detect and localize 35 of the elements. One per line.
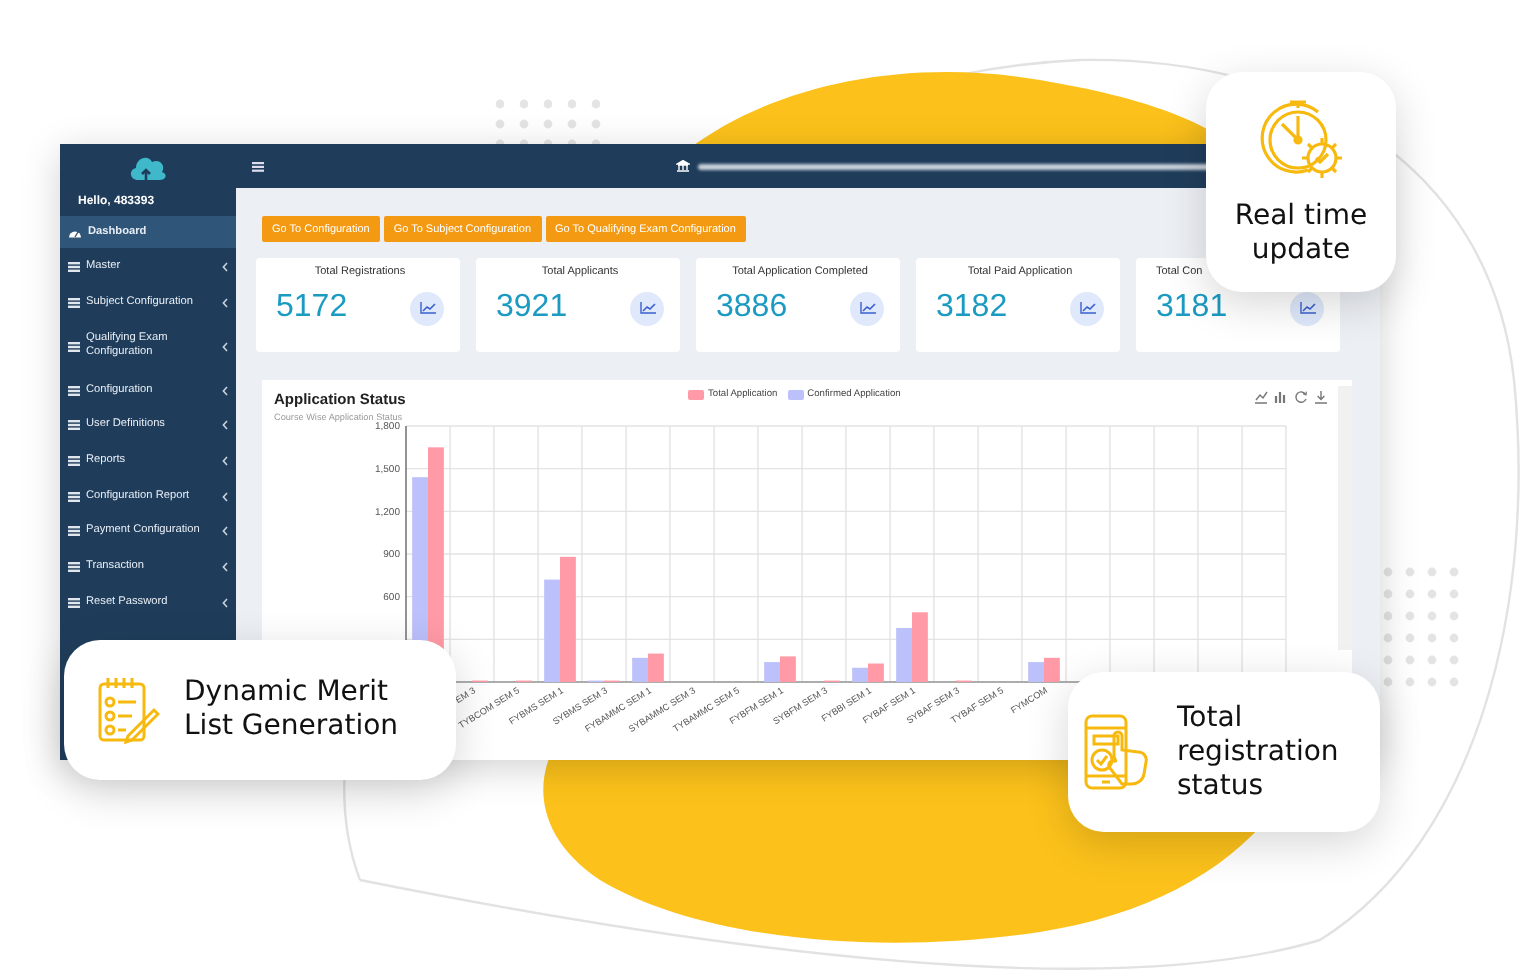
trend-chart-icon [1070, 291, 1104, 325]
stat-value: 3182 [936, 290, 1008, 326]
refresh-icon[interactable] [1294, 390, 1308, 404]
phone-hand-icon [1081, 712, 1153, 792]
list-icon [68, 262, 80, 273]
list-icon [68, 456, 80, 467]
trend-chart-icon [850, 291, 884, 325]
list-icon [68, 597, 80, 608]
dot-grid [1383, 567, 1459, 687]
feature-label: Dynamic Merit List Generation [184, 676, 401, 744]
feature-label: Real time update [1232, 200, 1370, 268]
stat-value: 3886 [716, 290, 788, 326]
stat-value: 3181 [1156, 290, 1228, 326]
list-icon [68, 562, 80, 573]
menu-icon[interactable] [252, 161, 264, 171]
list-icon [68, 491, 80, 502]
trend-chart-icon [1290, 291, 1324, 325]
cloud-logo-icon [128, 152, 168, 184]
trend-chart-icon [630, 291, 664, 325]
list-icon [68, 385, 80, 396]
stat-value: 5172 [276, 290, 348, 326]
list-icon [68, 341, 80, 352]
bar-chart-icon[interactable] [1274, 390, 1288, 404]
list-icon [68, 420, 80, 431]
list-icon [68, 298, 80, 309]
line-chart-icon[interactable] [1254, 390, 1268, 404]
clock-gear-icon [1257, 96, 1345, 184]
checklist-pencil-icon [96, 676, 160, 744]
gauge-icon [68, 227, 82, 237]
stat-value: 3921 [496, 290, 568, 326]
list-icon [68, 526, 80, 537]
feature-label: Total registration status [1177, 701, 1341, 803]
trend-chart-icon [410, 291, 444, 325]
institution-icon [676, 160, 690, 172]
download-icon[interactable] [1314, 390, 1328, 404]
